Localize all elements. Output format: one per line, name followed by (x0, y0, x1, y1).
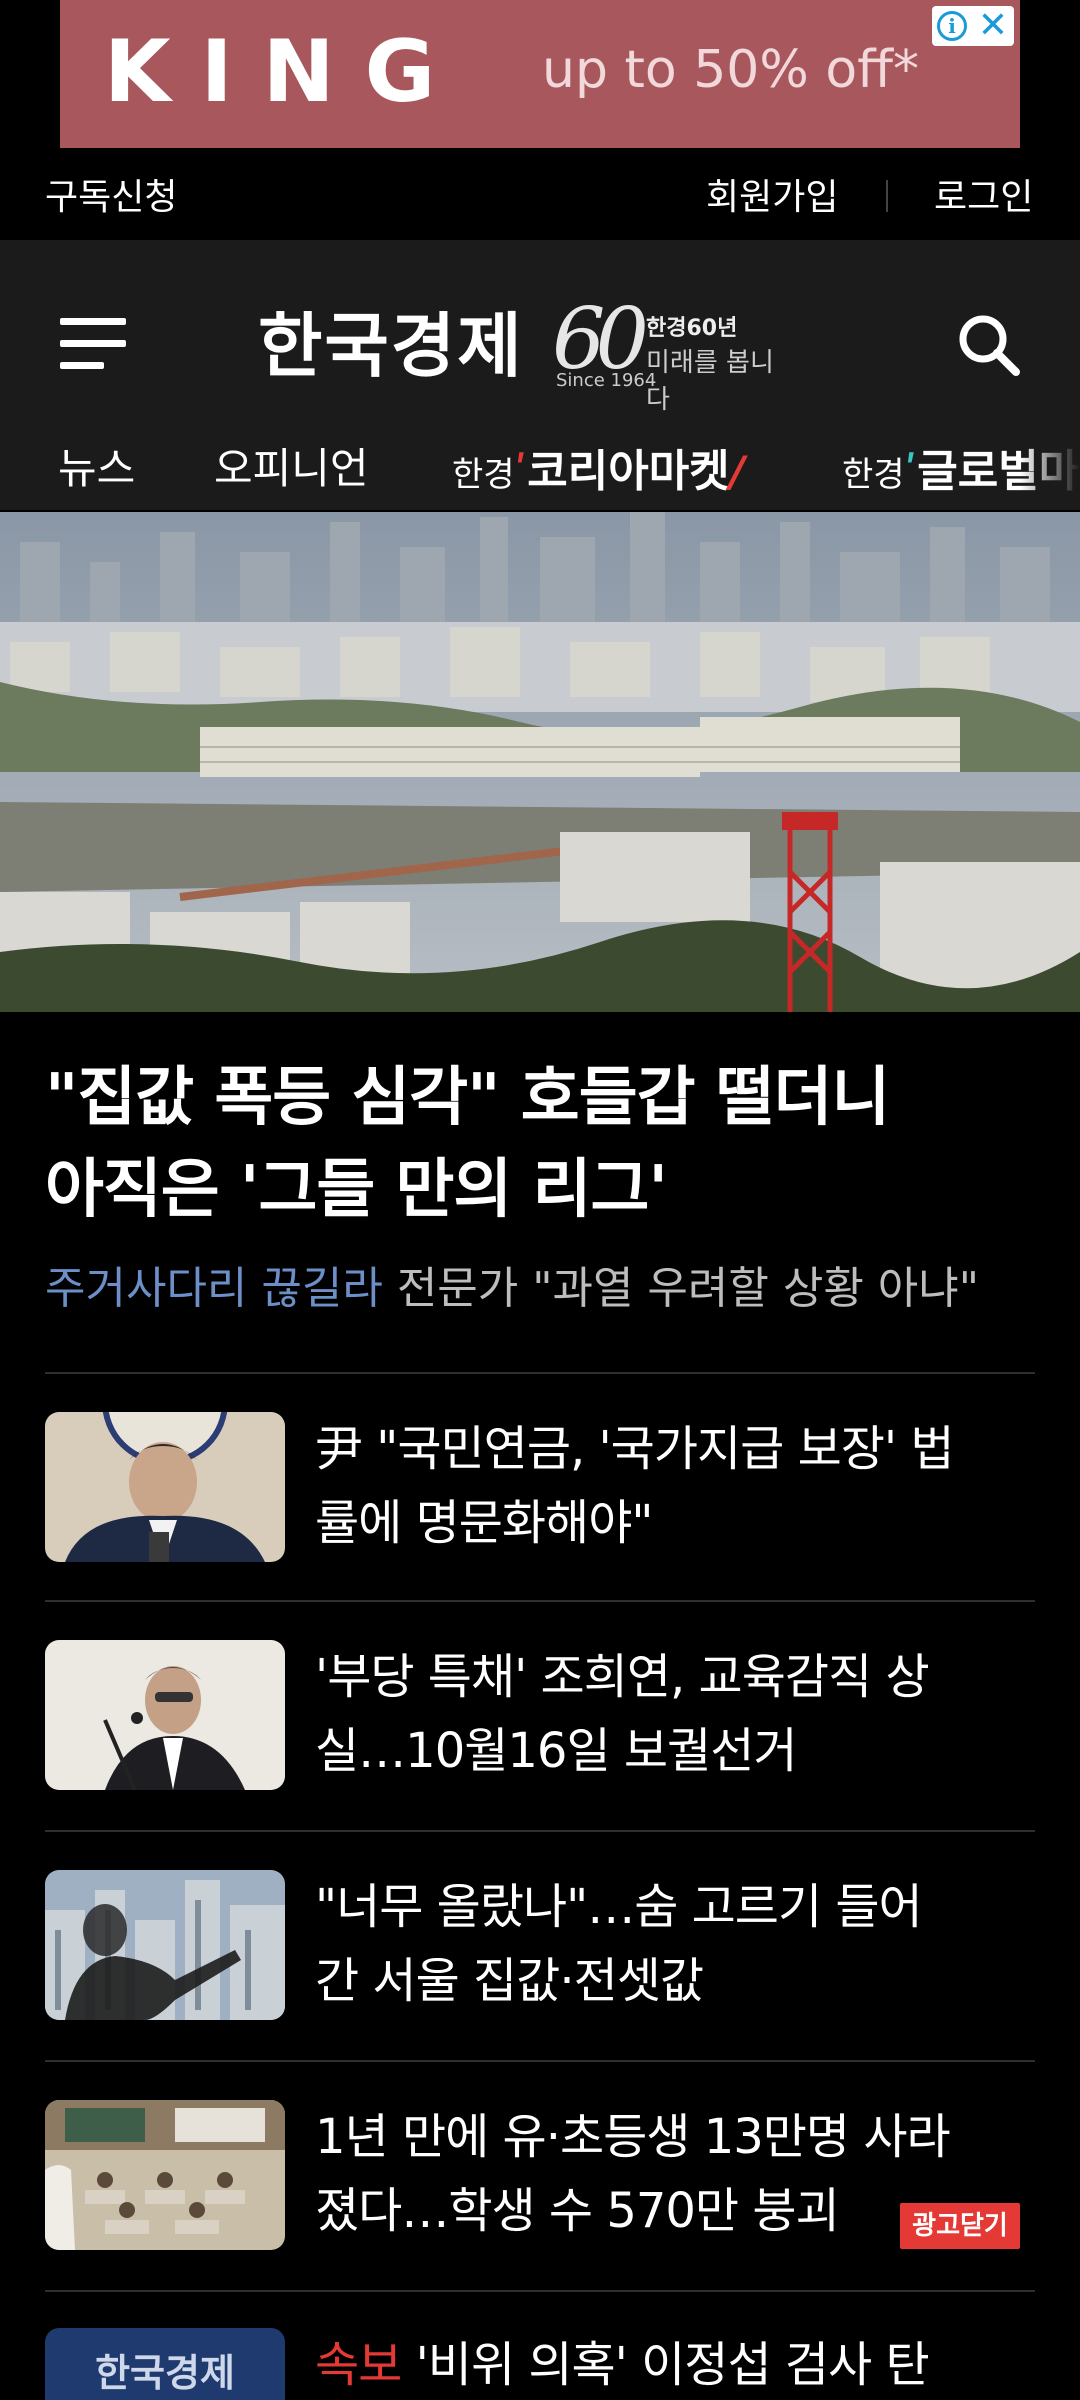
nav-accent-mark: / (729, 447, 745, 496)
article-title-line: 간 서울 집값·전셋값 (315, 1953, 704, 2009)
top-ad-area: KING up to 50% off* i ✕ (0, 0, 1080, 150)
nav-item-korea-market[interactable]: 한경ʹ코리아마켓/ (452, 435, 745, 499)
lead-article-image[interactable] (0, 512, 1080, 1012)
nav-item-news[interactable]: 뉴스 (58, 435, 135, 496)
divider (45, 2290, 1035, 2292)
article-thumbnail[interactable] (45, 1412, 285, 1562)
article-title[interactable]: 속보 '비위 의혹' 이정섭 검사 탄 (315, 2328, 1035, 2400)
nav-accent-mark: ʹ (904, 447, 918, 496)
lead-subheadline[interactable]: 주거사다리 끊길라 전문가 "과열 우려할 상황 아냐" (45, 1252, 1045, 1316)
article-title-line: 尹 "국민연금, '국가지급 보장' 법 (315, 1421, 955, 1477)
ad-close-button[interactable]: 광고닫기 (900, 2203, 1020, 2249)
info-icon: i (937, 11, 967, 41)
article-item[interactable]: 1년 만에 유·초등생 13만명 사라 졌다…학생 수 570만 붕괴 (45, 2100, 1035, 2250)
article-thumbnail[interactable] (45, 1640, 285, 1790)
utility-divider (886, 180, 888, 212)
lead-headline-line2: 아직은 '그들 만의 리그' (45, 1153, 668, 1227)
nav-item-opinion[interactable]: 오피니언 (214, 435, 369, 496)
ad-close-icon[interactable]: ✕ (972, 6, 1014, 46)
login-link[interactable]: 로그인 (934, 168, 1033, 220)
breaking-tag: 속보 (315, 2337, 402, 2393)
nav-prefix: 한경 (452, 455, 515, 495)
divider (45, 1600, 1035, 1602)
article-item[interactable]: "너무 올랐나"…숨 고르기 들어 간 서울 집값·전셋값 (45, 1870, 1035, 2020)
divider (45, 1830, 1035, 1832)
divider (45, 2060, 1035, 2062)
article-item[interactable]: 한국경제 속보 '비위 의혹' 이정섭 검사 탄 (45, 2328, 1035, 2400)
site-logo[interactable]: 한국경제 (258, 290, 524, 391)
article-item[interactable]: '부당 특채' 조희연, 교육감직 상 실…10월16일 보궐선거 (45, 1640, 1035, 1790)
nav-brand-label: 코리아마켓 (527, 446, 730, 497)
ad-brand-text: KING (104, 22, 466, 122)
article-thumbnail[interactable] (45, 2100, 285, 2250)
article-title-line: "너무 올랐나"…숨 고르기 들어 (315, 1879, 923, 1935)
ad-promo-text: up to 50% off* (542, 40, 919, 100)
anniversary-title: 한경60년 (646, 316, 738, 341)
anniversary-emblem: 60 Since 1964 한경60년 미래를 봅니다 (552, 290, 792, 415)
site-header: 한국경제 60 Since 1964 한경60년 미래를 봅니다 뉴스 오피니언… (0, 240, 1080, 510)
article-thumbnail[interactable]: 한국경제 (45, 2328, 285, 2400)
article-thumbnail[interactable] (45, 1870, 285, 2020)
lead-sub-keyword: 주거사다리 끊길라 (45, 1263, 383, 1314)
article-title[interactable]: 尹 "국민연금, '국가지급 보장' 법 률에 명문화해야" (315, 1412, 1035, 1560)
lead-sub-text: 전문가 "과열 우려할 상황 아냐" (382, 1263, 979, 1314)
ad-banner[interactable]: KING up to 50% off* i ✕ (60, 0, 1020, 148)
lead-headline[interactable]: "집값 폭등 심각" 호들갑 떨더니 아직은 '그들 만의 리그' (45, 1052, 1035, 1236)
divider (45, 1372, 1035, 1374)
nav-prefix: 한경 (842, 455, 905, 495)
article-title-line: 률에 명문화해야" (315, 1495, 653, 1551)
article-title-line: '비위 의혹' 이정섭 검사 탄 (401, 2337, 930, 2393)
thumbnail-logo-text: 한국경제 (95, 2351, 235, 2395)
subscribe-link[interactable]: 구독신청 (45, 168, 177, 220)
article-title-line: 1년 만에 유·초등생 13만명 사라 (315, 2109, 951, 2165)
nav-fade-overlay (1020, 425, 1080, 505)
hamburger-menu-icon[interactable] (60, 318, 126, 370)
ad-info-button[interactable]: i (932, 6, 972, 46)
lead-headline-line1: "집값 폭등 심각" 호들갑 떨더니 (45, 1061, 890, 1135)
join-link[interactable]: 회원가입 (706, 168, 838, 220)
nav-accent-mark: ʹ (514, 447, 528, 496)
main-nav: 뉴스 오피니언 한경ʹ코리아마켓/ 한경ʹ글로벌마켓 (0, 425, 1080, 505)
article-item[interactable]: 尹 "국민연금, '국가지급 보장' 법 률에 명문화해야" (45, 1412, 1035, 1562)
anniversary-slogan: 미래를 봅니다 (646, 348, 774, 415)
anniversary-since: Since 1964 (556, 370, 657, 391)
utility-bar: 구독신청 회원가입 로그인 (0, 150, 1080, 240)
article-title-line: '부당 특채' 조희연, 교육감직 상 (315, 1649, 930, 1705)
article-title[interactable]: '부당 특채' 조희연, 교육감직 상 실…10월16일 보궐선거 (315, 1640, 1035, 1788)
article-title[interactable]: "너무 올랐나"…숨 고르기 들어 간 서울 집값·전셋값 (315, 1870, 1035, 2018)
search-icon[interactable] (954, 310, 1024, 380)
article-title-line: 실…10월16일 보궐선거 (315, 1723, 798, 1779)
